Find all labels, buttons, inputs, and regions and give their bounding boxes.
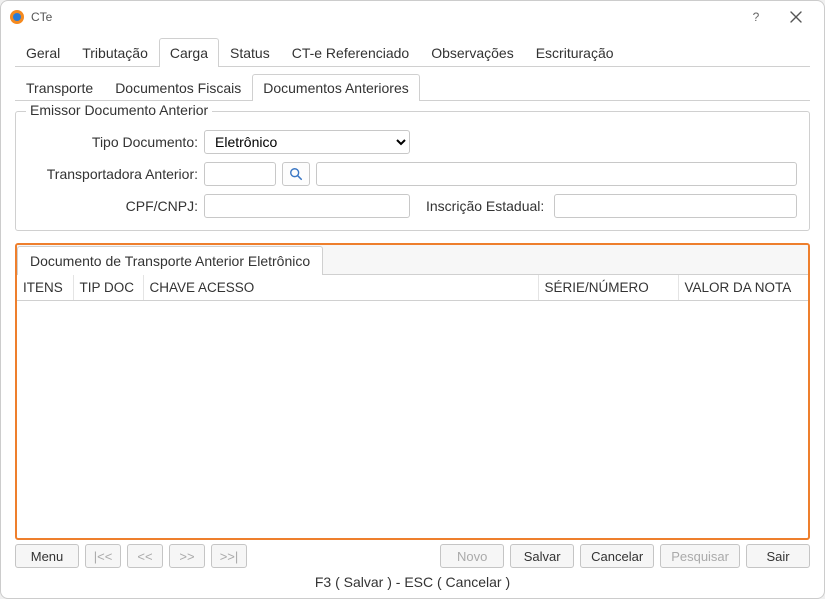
- close-button[interactable]: [776, 3, 816, 31]
- doc-panel-tab-eletronico[interactable]: Documento de Transporte Anterior Eletrôn…: [17, 246, 323, 275]
- transportadora-label: Transportadora Anterior:: [28, 166, 198, 182]
- main-tabs: Geral Tributação Carga Status CT-e Refer…: [15, 37, 810, 67]
- tab-tributacao[interactable]: Tributação: [71, 38, 159, 67]
- nav-last-button[interactable]: >>|: [211, 544, 247, 568]
- search-icon: [289, 167, 303, 181]
- tab-geral[interactable]: Geral: [15, 38, 71, 67]
- help-button[interactable]: ?: [736, 3, 776, 31]
- bottom-toolbar: Menu |<< << >> >>| Novo Salvar Cancelar …: [1, 540, 824, 570]
- status-line: F3 ( Salvar ) - ESC ( Cancelar ): [1, 570, 824, 598]
- app-icon: [9, 9, 25, 25]
- content-area: Geral Tributação Carga Status CT-e Refer…: [1, 33, 824, 540]
- transportadora-code-input[interactable]: [204, 162, 276, 186]
- tipo-documento-label: Tipo Documento:: [28, 134, 198, 150]
- tab-status[interactable]: Status: [219, 38, 281, 67]
- ie-label: Inscrição Estadual:: [416, 198, 548, 214]
- nav-first-button[interactable]: |<<: [85, 544, 121, 568]
- tab-escrituracao[interactable]: Escrituração: [525, 38, 625, 67]
- cancelar-button[interactable]: Cancelar: [580, 544, 654, 568]
- col-tip-doc: TIP DOC: [73, 275, 143, 301]
- col-valor-nota: VALOR DA NOTA: [678, 275, 808, 301]
- doc-panel-tabs: Documento de Transporte Anterior Eletrôn…: [17, 245, 808, 275]
- tab-carga[interactable]: Carga: [159, 38, 219, 67]
- salvar-button[interactable]: Salvar: [510, 544, 574, 568]
- app-window: CTe ? Geral Tributação Carga Status CT-e…: [0, 0, 825, 599]
- tipo-documento-select[interactable]: Eletrônico: [204, 130, 410, 154]
- cpfcnpj-input[interactable]: [204, 194, 410, 218]
- cpfcnpj-label: CPF/CNPJ:: [28, 198, 198, 214]
- table-header-row: ITENS TIP DOC CHAVE ACESSO SÉRIE/NÚMERO …: [17, 275, 808, 301]
- pesquisar-button[interactable]: Pesquisar: [660, 544, 740, 568]
- transportadora-lookup-button[interactable]: [282, 162, 310, 186]
- col-chave-acesso: CHAVE ACESSO: [143, 275, 538, 301]
- novo-button[interactable]: Novo: [440, 544, 504, 568]
- subtab-documentos-anteriores[interactable]: Documentos Anteriores: [252, 74, 420, 101]
- window-title: CTe: [31, 10, 736, 24]
- emissor-fieldset: Emissor Documento Anterior Tipo Document…: [15, 111, 810, 231]
- col-serie-numero: SÉRIE/NÚMERO: [538, 275, 678, 301]
- subtab-transporte[interactable]: Transporte: [15, 74, 104, 101]
- nav-prev-button[interactable]: <<: [127, 544, 163, 568]
- title-bar: CTe ?: [1, 1, 824, 33]
- col-itens: ITENS: [17, 275, 73, 301]
- tab-cte-referenciado[interactable]: CT-e Referenciado: [281, 38, 421, 67]
- close-icon: [790, 11, 802, 23]
- documento-anterior-panel: Documento de Transporte Anterior Eletrôn…: [15, 243, 810, 540]
- ie-input[interactable]: [554, 194, 797, 218]
- doc-grid[interactable]: ITENS TIP DOC CHAVE ACESSO SÉRIE/NÚMERO …: [17, 275, 808, 538]
- sair-button[interactable]: Sair: [746, 544, 810, 568]
- subtab-documentos-fiscais[interactable]: Documentos Fiscais: [104, 74, 252, 101]
- sub-tabs: Transporte Documentos Fiscais Documentos…: [15, 73, 810, 101]
- emissor-legend: Emissor Documento Anterior: [26, 102, 212, 118]
- menu-button[interactable]: Menu: [15, 544, 79, 568]
- tab-observacoes[interactable]: Observações: [420, 38, 524, 67]
- nav-next-button[interactable]: >>: [169, 544, 205, 568]
- transportadora-name-input[interactable]: [316, 162, 797, 186]
